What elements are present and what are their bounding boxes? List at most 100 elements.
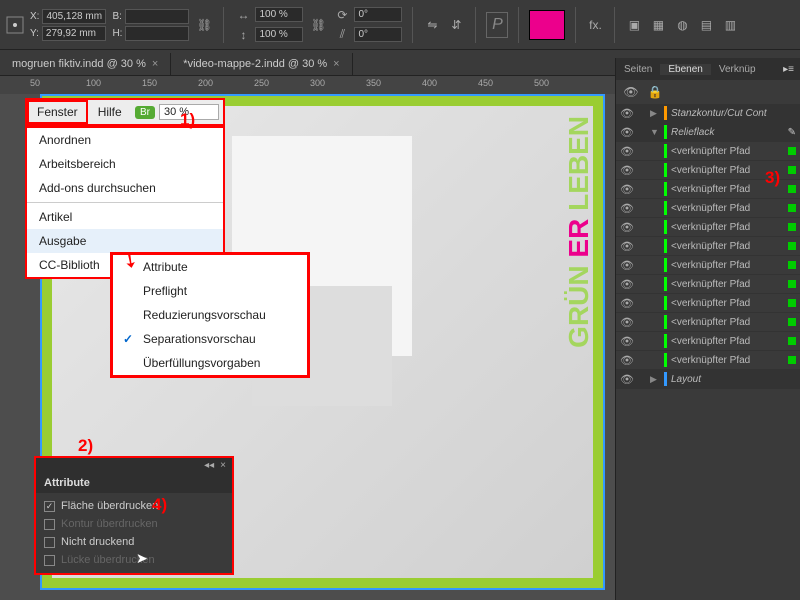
visibility-icon[interactable]: 👁 [620,126,632,139]
menu-item-ausgabe[interactable]: Ausgabe [27,229,223,253]
selection-dot[interactable] [788,204,796,212]
link-scale-icon[interactable]: ⛓ [309,16,327,34]
selection-dot[interactable] [788,166,796,174]
menu-item-arbeitsbereich[interactable]: Arbeitsbereich [27,152,223,176]
layer-item[interactable]: 👁 <verknüpfter Pfad [616,199,800,218]
layer-swatch [664,277,667,291]
visibility-icon[interactable]: 👁 [620,107,632,120]
menu-item-anordnen[interactable]: Anordnen [27,128,223,152]
doc-tab-1[interactable]: mogruen fiktiv.indd @ 30 %× [0,53,171,75]
layer-row[interactable]: 👁▶Stanzkontur/Cut Cont [616,104,800,123]
menu-item-add-ons-durchsuchen[interactable]: Add-ons durchsuchen [27,176,223,200]
layer-item[interactable]: 👁 <verknüpfter Pfad [616,218,800,237]
scale-y-input[interactable] [255,27,303,42]
visibility-icon[interactable]: 👁 [620,164,632,177]
selection-dot[interactable] [788,261,796,269]
selection-dot[interactable] [788,223,796,231]
layer-item[interactable]: 👁 <verknüpfter Pfad [616,237,800,256]
text-wrap-none-icon[interactable]: ▣ [625,16,643,34]
checkbox [44,555,55,566]
collapse-icon[interactable]: ◂◂ [204,460,214,471]
layer-item[interactable]: 👁 <verknüpfter Pfad [616,294,800,313]
twist-icon[interactable]: ▶ [650,108,660,119]
shear-input[interactable] [354,27,402,42]
pen-icon: ✎ [788,127,796,138]
twist-icon[interactable]: ▼ [650,127,660,137]
panel-menu-icon[interactable]: ▸≡ [777,64,800,75]
flip-h-icon[interactable]: ⇋ [423,16,441,34]
scale-x-input[interactable] [255,7,303,22]
visibility-icon[interactable]: 👁 [620,316,632,329]
menu-fenster[interactable]: Fenster [27,100,88,124]
lock-icon[interactable]: 🔒 [646,83,664,101]
close-icon[interactable]: × [333,58,339,70]
selection-dot[interactable] [788,147,796,155]
layer-row[interactable]: 👁▼Relieflack✎ [616,123,800,142]
y-input[interactable] [42,26,106,41]
attr-label: Fläche überdrucken [61,500,158,512]
tab-ebenen[interactable]: Ebenen [660,64,710,75]
visibility-icon[interactable]: 👁 [620,354,632,367]
layer-row[interactable]: 👁▶Layout [616,370,800,389]
visibility-icon[interactable]: 👁 [620,373,632,386]
h-input[interactable] [125,26,189,41]
layer-item[interactable]: 👁 <verknüpfter Pfad [616,256,800,275]
visibility-icon[interactable]: 👁 [620,183,632,196]
submenu-item-reduzierungsvorschau[interactable]: Reduzierungsvorschau [113,303,307,327]
visibility-icon[interactable]: 👁 [620,297,632,310]
visibility-icon[interactable]: 👁 [620,335,632,348]
x-input[interactable] [42,9,106,24]
text-wrap-next-icon[interactable]: ▥ [721,16,739,34]
selection-dot[interactable] [788,356,796,364]
tab-seiten[interactable]: Seiten [616,64,660,75]
selection-dot[interactable] [788,337,796,345]
layer-item[interactable]: 👁 <verknüpfter Pfad [616,142,800,161]
visibility-icon[interactable]: 👁 [620,240,632,253]
close-icon[interactable]: × [220,460,226,471]
text-wrap-shape-icon[interactable]: ◍ [673,16,691,34]
rotate-icon: ⟳ [333,6,351,24]
submenu-item-separationsvorschau[interactable]: Separationsvorschau [113,327,307,351]
tab-verknuep[interactable]: Verknüp [711,64,764,75]
submenu-item-attribute[interactable]: Attribute [113,255,307,279]
bridge-badge[interactable]: Br [135,106,155,119]
effects-icon[interactable]: fx. [586,16,604,34]
cursor-icon: ➤ [136,550,148,567]
fill-swatch[interactable] [529,10,565,40]
selection-dot[interactable] [788,318,796,326]
visibility-icon[interactable]: 👁 [620,145,632,158]
selection-dot[interactable] [788,185,796,193]
selection-dot[interactable] [788,280,796,288]
layer-item[interactable]: 👁 <verknüpfter Pfad [616,332,800,351]
text-wrap-jump-icon[interactable]: ▤ [697,16,715,34]
selection-dot[interactable] [788,299,796,307]
visibility-icon[interactable]: 👁 [620,259,632,272]
rotate-input[interactable] [354,7,402,22]
paragraph-style-icon[interactable]: P [486,12,508,38]
checkbox[interactable] [44,501,55,512]
flip-v-icon[interactable]: ⇵ [447,16,465,34]
visibility-icon[interactable]: 👁 [620,278,632,291]
attr-row[interactable]: Fläche überdrucken [44,497,224,515]
menu-item-artikel[interactable]: Artikel [27,205,223,229]
submenu-item-überfüllungsvorgaben[interactable]: Überfüllungsvorgaben [113,351,307,375]
checkbox[interactable] [44,537,55,548]
doc-tab-2[interactable]: *video-mappe-2.indd @ 30 %× [171,53,352,75]
close-icon[interactable]: × [152,58,158,70]
h-label: H: [112,28,122,39]
menu-hilfe[interactable]: Hilfe [88,105,132,119]
layer-item[interactable]: 👁 <verknüpfter Pfad [616,351,800,370]
text-wrap-bbox-icon[interactable]: ▦ [649,16,667,34]
reference-point[interactable] [6,16,24,34]
attr-row[interactable]: Nicht druckend [44,533,224,551]
selection-dot[interactable] [788,242,796,250]
visibility-icon[interactable]: 👁 [620,202,632,215]
submenu-item-preflight[interactable]: Preflight [113,279,307,303]
twist-icon[interactable]: ▶ [650,374,660,385]
w-input[interactable] [125,9,189,24]
link-icon[interactable]: ⛓ [195,16,213,34]
eye-icon[interactable]: 👁 [622,83,640,101]
layer-item[interactable]: 👁 <verknüpfter Pfad [616,313,800,332]
layer-item[interactable]: 👁 <verknüpfter Pfad [616,275,800,294]
visibility-icon[interactable]: 👁 [620,221,632,234]
